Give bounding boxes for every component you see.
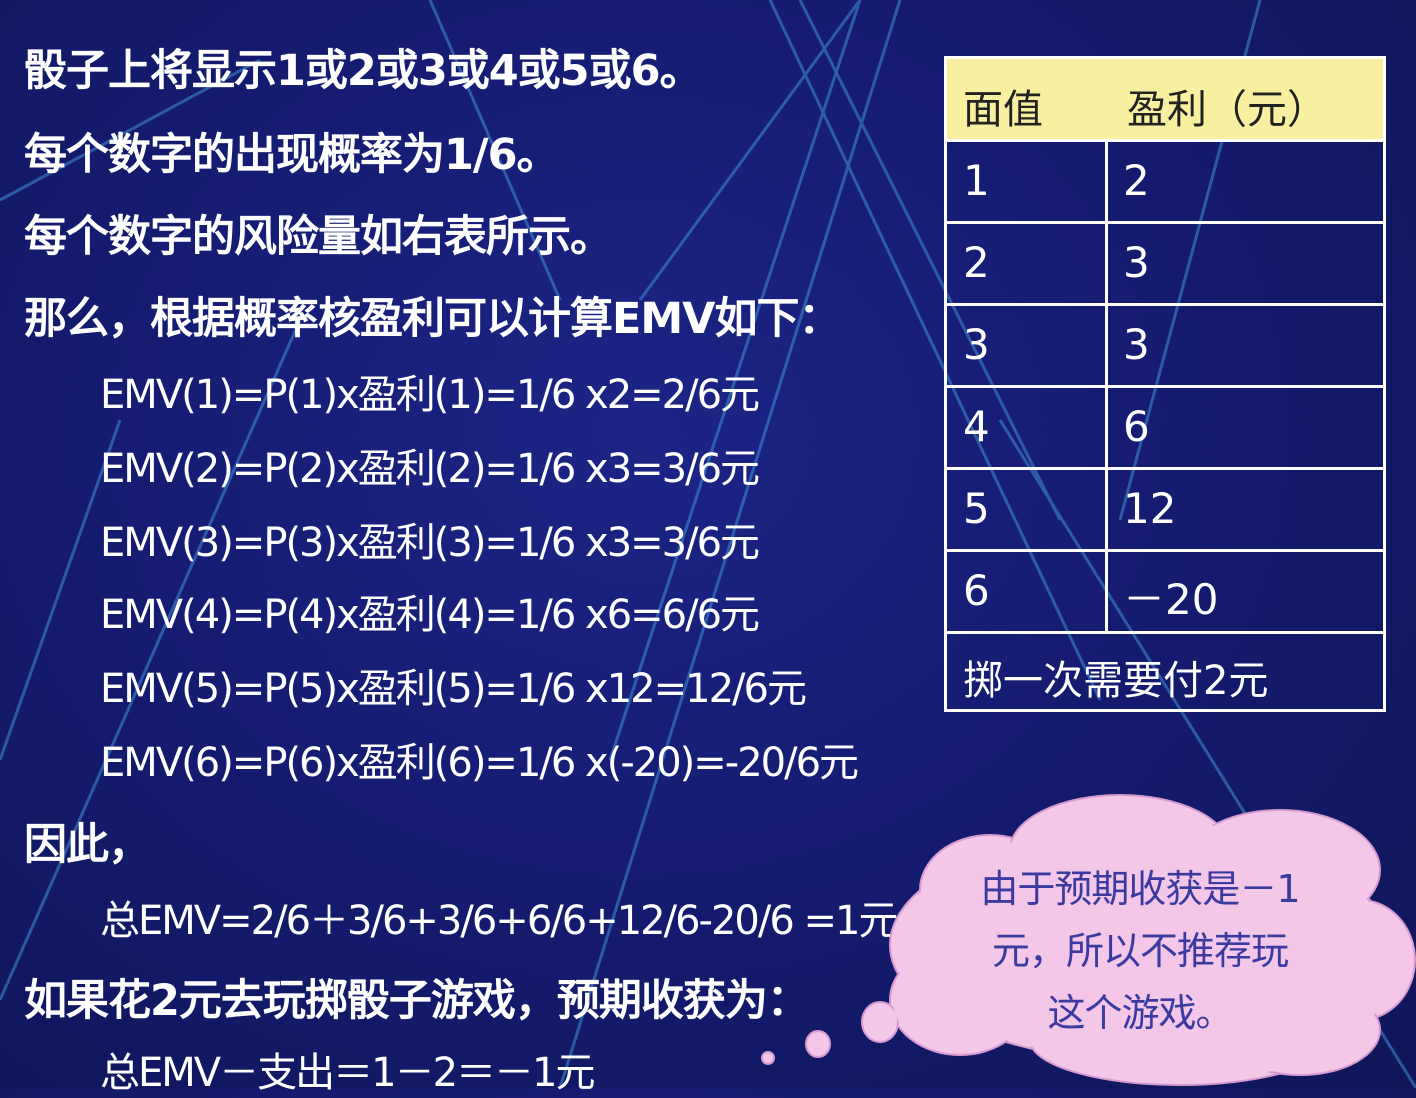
cloud-line-2: 元，所以不推荐玩 <box>991 929 1289 973</box>
cloud-line-1: 由于预期收获是－1 <box>980 867 1300 911</box>
cloud-message: 由于预期收获是－1 元，所以不推荐玩 这个游戏。 <box>965 858 1315 1044</box>
cloud-line-3: 这个游戏。 <box>1047 991 1233 1035</box>
